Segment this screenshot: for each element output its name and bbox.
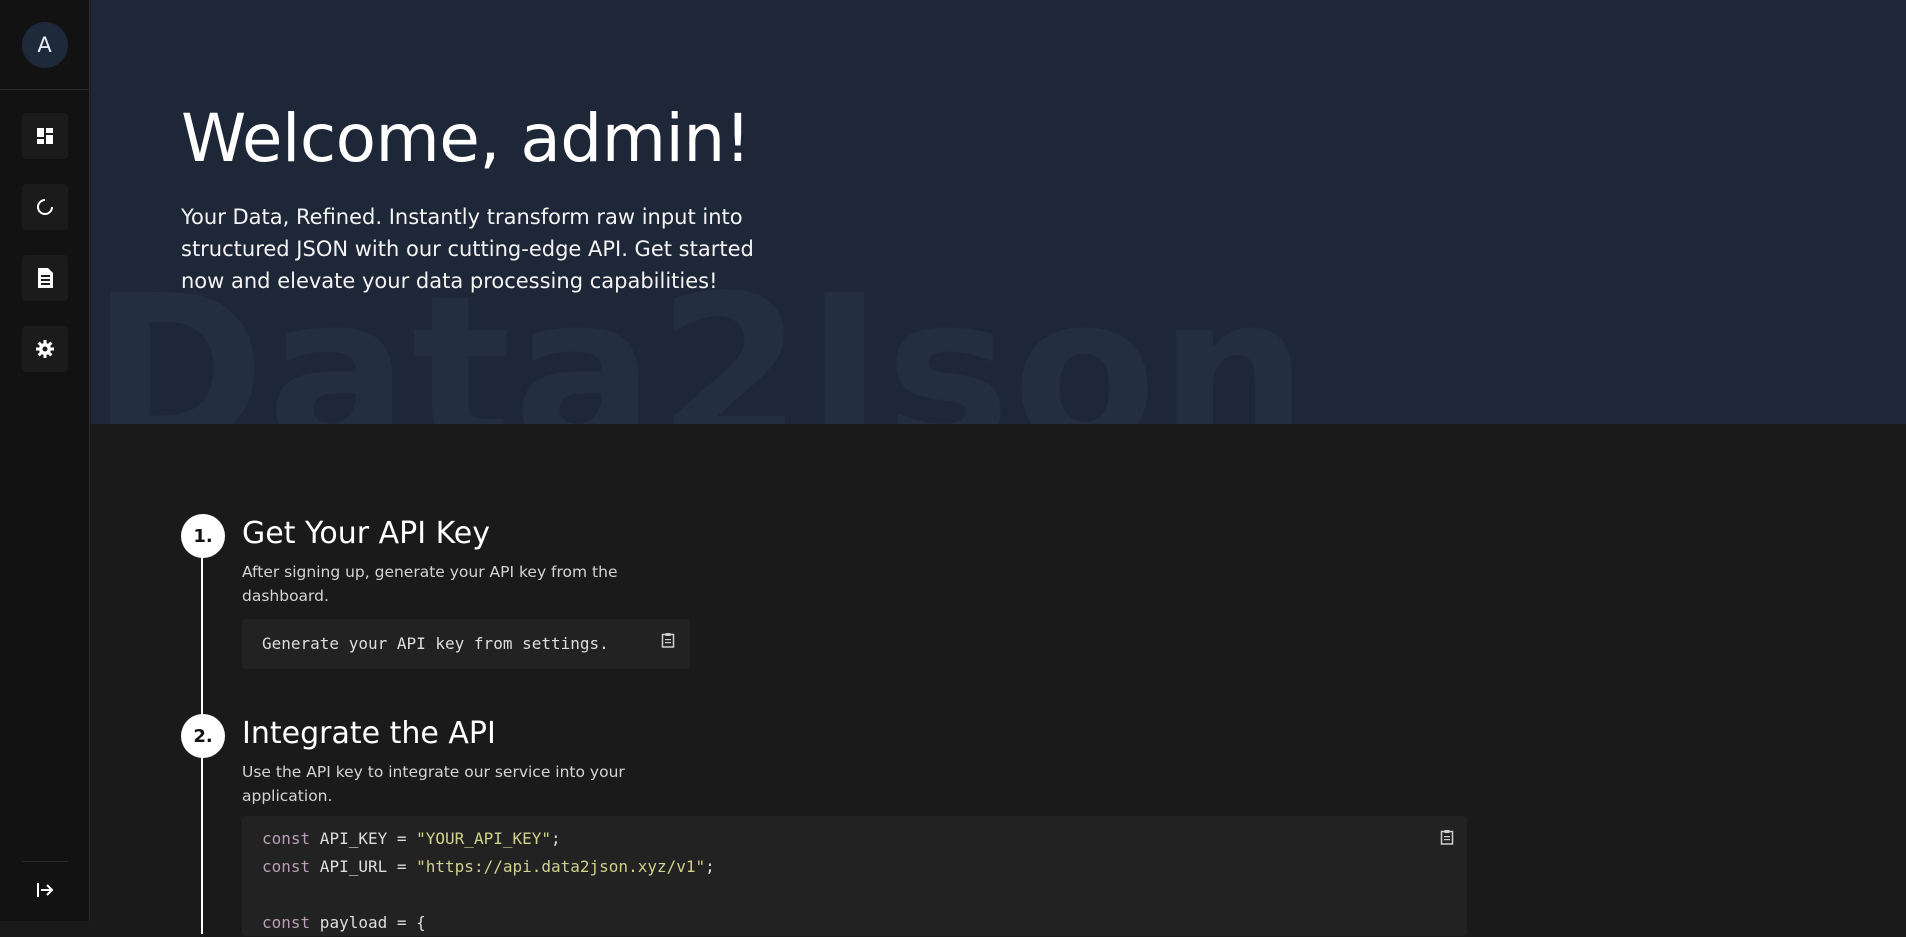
code-punct: ; <box>705 857 715 876</box>
dashboard-icon <box>36 127 54 145</box>
sidebar-divider <box>22 861 68 862</box>
code-string: "YOUR_API_KEY" <box>416 829 551 848</box>
code-identifier: API_KEY = <box>310 829 417 848</box>
step-description-1: After signing up, generate your API key … <box>242 563 618 605</box>
sidebar-header: A <box>0 0 89 90</box>
hero-subtitle: Your Data, Refined. Instantly transform … <box>181 205 754 293</box>
page-title: Welcome, admin! <box>181 100 751 177</box>
logout-button[interactable] <box>22 869 68 915</box>
sidebar-item-activity[interactable] <box>22 184 68 230</box>
code-keyword: const <box>262 829 311 848</box>
document-icon <box>35 267 55 289</box>
code-punct: ; <box>551 829 561 848</box>
sidebar-item-settings[interactable] <box>22 326 68 372</box>
code-line: const API_URL = "https://api.data2json.x… <box>262 853 715 881</box>
hero-section: Data2Json Welcome, admin! Your Data, Ref… <box>91 0 1906 424</box>
sidebar-item-docs[interactable] <box>22 255 68 301</box>
sidebar-item-dashboard[interactable] <box>22 113 68 159</box>
code-keyword: const <box>262 857 311 876</box>
code-block: const API_KEY = "YOUR_API_KEY"; const AP… <box>262 825 715 937</box>
step-number-2: 2. <box>181 714 225 758</box>
copy-button[interactable] <box>1438 830 1456 848</box>
api-key-code-text: Generate your API key from settings. <box>262 634 609 653</box>
api-key-code-box: Generate your API key from settings. <box>242 619 690 669</box>
code-string: "https://api.data2json.xyz/v1" <box>416 857 706 876</box>
integration-code-box: const API_KEY = "YOUR_API_KEY"; const AP… <box>242 816 1467 936</box>
code-keyword: const <box>262 913 311 932</box>
code-line: const payload = { <box>262 909 715 937</box>
code-identifier: API_URL = <box>310 857 417 876</box>
step-number-1: 1. <box>181 514 225 558</box>
step-title-1: Get Your API Key <box>242 516 490 551</box>
avatar[interactable]: A <box>21 21 68 68</box>
step-description-2: Use the API key to integrate our service… <box>242 763 625 805</box>
logout-icon <box>36 882 54 902</box>
sidebar: A <box>0 0 90 921</box>
code-identifier: payload = { <box>310 913 426 932</box>
gear-icon <box>35 339 55 359</box>
step-title-2: Integrate the API <box>242 716 496 751</box>
loading-circle-icon <box>36 198 54 216</box>
getting-started-steps: 1. Get Your API Key After signing up, ge… <box>91 424 1906 936</box>
clipboard-icon <box>1440 829 1454 849</box>
copy-button[interactable] <box>659 633 677 651</box>
code-line: const API_KEY = "YOUR_API_KEY"; <box>262 825 715 853</box>
clipboard-icon <box>661 632 675 652</box>
